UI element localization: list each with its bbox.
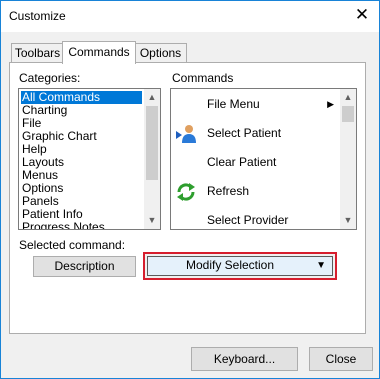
commands-scrollbar[interactable]: ▲ ▼ xyxy=(340,89,356,229)
command-label: Clear Patient xyxy=(207,155,277,169)
scroll-thumb[interactable] xyxy=(146,106,158,180)
tab-options[interactable]: Options xyxy=(134,43,187,63)
command-label: File Menu xyxy=(207,97,260,111)
customize-dialog: Customize ✕ Toolbars Commands Options Ca… xyxy=(0,0,380,379)
modify-selection-dropdown[interactable]: Modify Selection ▼ xyxy=(143,252,337,280)
command-label: Select Provider xyxy=(207,213,289,227)
refresh-icon xyxy=(177,183,195,201)
modify-selection-button[interactable]: Modify Selection ▼ xyxy=(147,256,333,276)
list-item[interactable]: Select Patient xyxy=(173,119,336,148)
categories-label: Categories: xyxy=(19,71,81,85)
modify-selection-label: Modify Selection xyxy=(185,258,275,272)
scroll-down-icon[interactable]: ▼ xyxy=(340,212,356,228)
select-patient-icon xyxy=(176,125,196,143)
keyboard-button[interactable]: Keyboard... xyxy=(191,347,298,371)
close-button[interactable]: Close xyxy=(309,347,373,371)
scroll-up-icon[interactable]: ▲ xyxy=(340,89,356,105)
list-item[interactable]: File Menu ▶ xyxy=(173,90,336,119)
list-item[interactable]: Refresh xyxy=(173,177,336,206)
scroll-down-icon[interactable]: ▼ xyxy=(144,212,160,228)
window-title: Customize xyxy=(9,9,66,23)
close-icon[interactable]: ✕ xyxy=(353,6,371,24)
commands-label: Commands xyxy=(172,71,234,85)
command-label: Refresh xyxy=(207,184,250,198)
list-item[interactable]: Progress Notes xyxy=(21,221,105,230)
list-item[interactable]: Select Provider xyxy=(173,206,336,229)
tab-toolbars[interactable]: Toolbars xyxy=(11,43,64,63)
chevron-down-icon: ▼ xyxy=(316,260,326,271)
command-label: Select Patient xyxy=(207,126,282,140)
categories-listbox[interactable]: All Commands Charting File Graphic Chart… xyxy=(18,88,161,230)
list-item[interactable]: Clear Patient xyxy=(173,148,336,177)
categories-scrollbar[interactable]: ▲ ▼ xyxy=(144,89,160,229)
tab-commands[interactable]: Commands xyxy=(62,41,136,64)
commands-listbox[interactable]: File Menu ▶ Select Patient Clear Patient xyxy=(170,88,357,230)
description-button[interactable]: Description xyxy=(33,256,136,277)
title-bar: Customize ✕ xyxy=(1,1,379,32)
selected-command-label: Selected command: xyxy=(19,238,126,252)
submenu-arrow-icon: ▶ xyxy=(327,99,334,109)
scroll-up-icon[interactable]: ▲ xyxy=(144,89,160,105)
commands-tab-panel: Categories: Commands All Commands Charti… xyxy=(9,62,366,334)
scroll-thumb[interactable] xyxy=(342,106,354,122)
